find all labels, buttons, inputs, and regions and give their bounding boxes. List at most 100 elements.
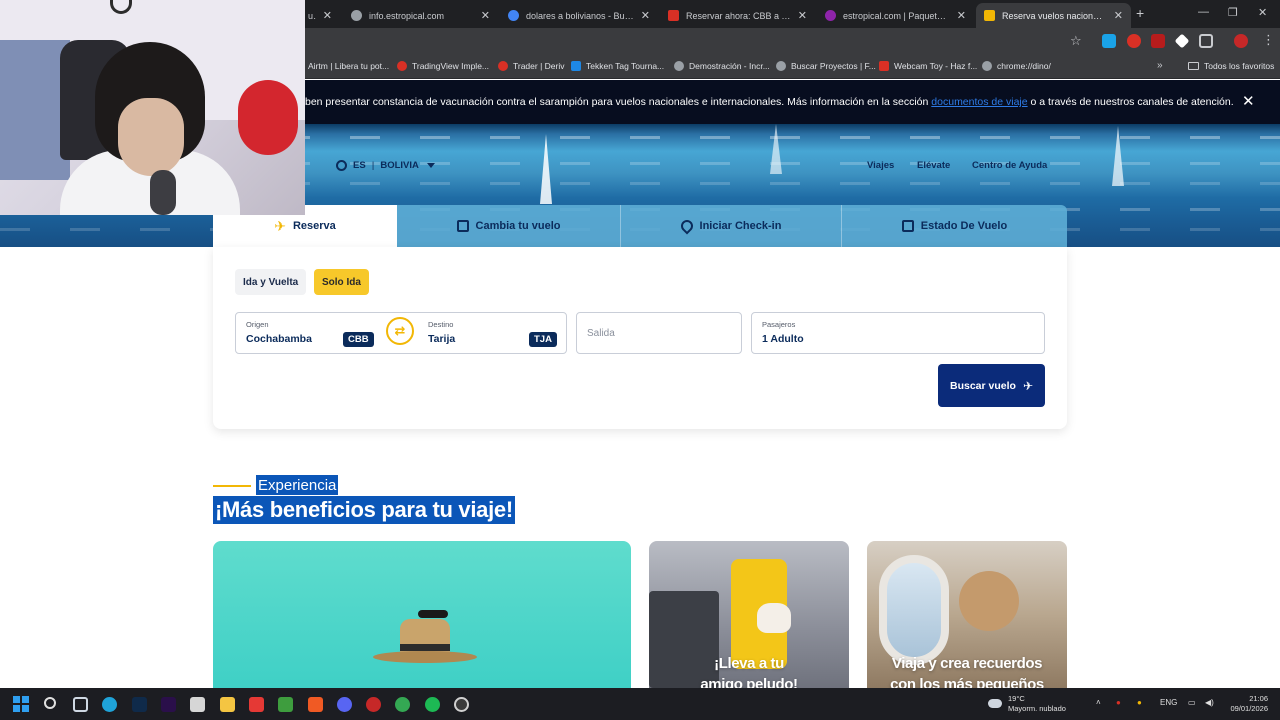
search-icon[interactable] [44,697,56,709]
bookmark-label: Demostración - Incr... [689,61,770,71]
bookmark-item[interactable]: Buscar Proyectos | F... [776,61,876,71]
volume-icon[interactable]: ◀) [1205,698,1214,707]
extension-icon[interactable] [1174,33,1190,49]
tray-app-icon[interactable]: ● [1116,698,1121,707]
browser-tab[interactable]: Reservar ahora: CBB a TJA, 10/1 ✕ [660,3,815,28]
swap-route-button[interactable]: ⇄ [386,317,414,345]
spotify-icon[interactable] [425,697,440,712]
nav-viajes[interactable]: Viajes [867,160,894,171]
bookmark-favicon-icon [776,61,786,71]
kayak-favicon-icon [668,10,679,21]
browser-tab[interactable]: estropical.com | Paquetes, Vuel ✕ [817,3,974,28]
input-language[interactable]: ENG [1160,698,1177,707]
webcam-overlay [0,0,305,215]
weather-widget[interactable]: 19°C Mayorm. nublado [1008,694,1066,714]
notice-text: ben presentar constancia de vacunación c… [305,96,1234,108]
chrome-icon[interactable] [395,697,410,712]
browser-tab[interactable]: info.estropical.com ✕ [343,3,498,28]
extension-icon[interactable] [1151,34,1165,48]
opera-icon[interactable] [366,697,381,712]
close-tab-icon[interactable]: ✕ [1114,9,1123,22]
extension-icon[interactable] [1102,34,1116,48]
benefit-card-pets[interactable]: ¡Lleva a tu amigo peludo! [649,541,849,688]
round-trip-button[interactable]: Ida y Vuelta [235,269,307,295]
close-tab-icon[interactable]: ✕ [798,9,807,22]
boa-favicon-icon [984,10,995,21]
system-clock[interactable]: 21:06 09/01/2026 [1226,694,1268,714]
tab-title: Reservar ahora: CBB a TJA, 10/1 [686,10,791,21]
notice-text-after: o a través de nuestros canales de atenci… [1027,96,1234,108]
browser-tab[interactable]: dolares a bolivianos - Buscar co ✕ [500,3,658,28]
browser-tab-active[interactable]: Reserva vuelos nacionales e inte ✕ [976,3,1131,28]
tab-label: Reserva [292,220,336,232]
checkin-icon [678,217,696,235]
section-heading: ¡Más beneficios para tu viaje! [213,496,515,524]
benefit-card-travel-accessories[interactable] [213,541,631,688]
bookmark-item[interactable]: TradingView Imple... [397,61,489,71]
file-explorer-icon[interactable] [220,697,235,712]
benefit-card-kids[interactable]: Viaja y crea recuerdos con los más peque… [867,541,1067,688]
close-window-button[interactable]: ✕ [1258,6,1267,19]
close-tab-icon[interactable]: ✕ [481,9,490,22]
browser-menu-icon[interactable]: ⋮ [1262,32,1275,48]
passengers-value: 1 Adulto [762,333,804,345]
tray-app-icon[interactable]: ● [1137,698,1142,707]
close-tab-icon[interactable]: ✕ [957,9,966,22]
close-notice-icon[interactable]: ✕ [1242,92,1255,110]
new-tab-button[interactable]: + [1136,5,1144,21]
departure-date-field[interactable]: Salida [576,312,742,354]
minimize-button[interactable]: — [1198,6,1209,18]
sailboat [540,134,552,204]
benefit-card-title: Viaja y crea recuerdos con los más peque… [867,653,1067,688]
deriv-icon[interactable] [249,697,264,712]
extensions-puzzle-icon[interactable] [1199,34,1213,48]
network-icon[interactable]: ▭ [1188,698,1196,707]
notice-text-before: ben presentar constancia de vacunación c… [305,96,932,108]
tray-overflow-icon[interactable]: ˄ [1096,698,1101,707]
bookmark-label: TradingView Imple... [412,61,490,71]
google-favicon-icon [508,10,519,21]
tab-change-flight[interactable]: Cambia tu vuelo [397,205,621,247]
bookmark-item[interactable]: Demostración - Incr... [674,61,770,71]
passengers-field[interactable]: Pasajeros 1 Adulto [751,312,1045,354]
restore-button[interactable]: ❐ [1228,6,1238,19]
obs-icon[interactable] [454,697,469,712]
calculator-icon[interactable] [190,697,205,712]
minecraft-icon[interactable] [278,697,293,712]
search-flight-button[interactable]: Buscar vuelo ✈ [938,364,1045,407]
language-selector[interactable]: ES | BOLIVIA [336,160,435,171]
brave-icon[interactable] [308,697,323,712]
heart-favicon-icon [825,10,836,21]
bookmark-star-icon[interactable]: ☆ [1070,33,1082,49]
bookmark-item[interactable]: chrome://dino/ [982,61,1051,71]
country-name: BOLIVIA [380,160,419,171]
one-way-button[interactable]: Solo Ida [314,269,369,295]
discord-icon[interactable] [337,697,352,712]
bookmark-item[interactable]: Airtm | Libera tu pot... [308,61,389,71]
tab-flight-status[interactable]: Estado De Vuelo [842,205,1067,247]
premiere-icon[interactable] [161,697,176,712]
close-tab-icon[interactable]: ✕ [323,9,332,22]
bookmark-label: chrome://dino/ [997,61,1051,71]
destination-city: Tarija [428,333,456,345]
globe-favicon-icon [351,10,362,21]
more-bookmarks-icon[interactable]: » [1157,60,1163,71]
nav-elevate[interactable]: Elévate [917,160,950,171]
photoshop-icon[interactable] [132,697,147,712]
nav-help-center[interactable]: Centro de Ayuda [972,160,1047,171]
tab-check-in[interactable]: Iniciar Check-in [621,205,842,247]
task-view-icon[interactable] [73,697,88,712]
close-tab-icon[interactable]: ✕ [641,9,650,22]
profile-avatar[interactable] [1234,34,1248,48]
bookmark-item[interactable]: Trader | Deriv [498,61,565,71]
browser-tab[interactable]: ue ✕ [300,3,340,28]
edge-icon[interactable] [102,697,117,712]
all-bookmarks-button[interactable]: Todos los favoritos [1188,61,1274,71]
extension-icon[interactable] [1127,34,1141,48]
travel-documents-link[interactable]: documentos de viaje [931,96,1027,108]
kicker-accent-line [213,485,251,487]
bookmark-item[interactable]: Webcam Toy - Haz f... [879,61,977,71]
windows-start-icon[interactable] [13,696,29,712]
section-kicker: Experiencia [256,475,339,495]
bookmark-item[interactable]: Tekken Tag Tourna... [571,61,664,71]
